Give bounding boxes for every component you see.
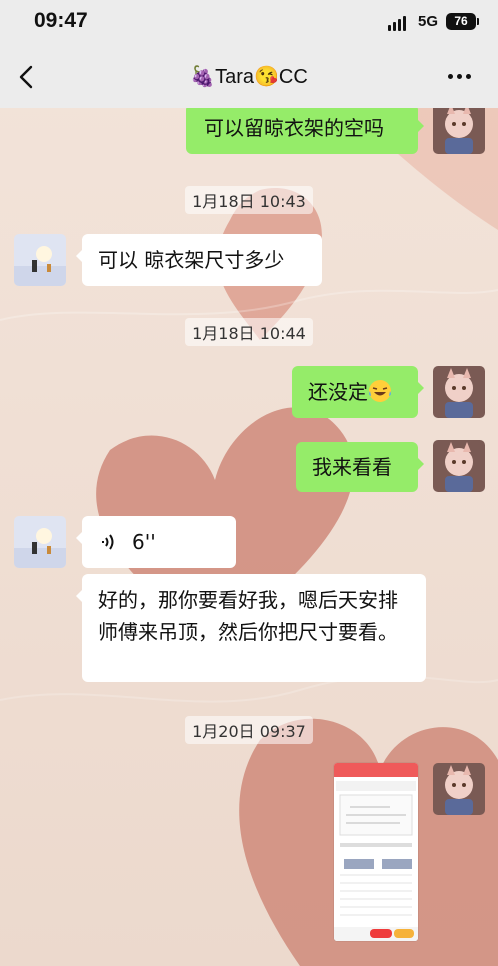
battery-level: 76 [454,14,468,28]
message-text: 可以留晾衣架的空吗 [204,116,384,140]
image-message[interactable] [334,763,418,941]
timestamp-text: 1月20日 09:37 [185,716,313,744]
status-bar: 09:47 5G 76 [0,0,498,46]
contact-avatar[interactable] [14,516,66,568]
timestamp-text: 1月18日 10:43 [185,186,313,214]
status-time: 09:47 [34,9,88,32]
outgoing-message[interactable]: 可以留晾衣架的空吗 [186,104,424,154]
voice-duration: 6'' [132,530,156,554]
my-avatar[interactable] [433,366,485,418]
chat-header: 🍇Tara😘CC [0,46,498,108]
voice-wave-icon [98,529,118,561]
my-avatar[interactable] [433,102,485,154]
more-dots-icon[interactable] [448,74,471,79]
timestamp: 1月18日 10:43 [0,186,498,214]
my-avatar[interactable] [433,763,485,815]
laughing-tears-emoji-icon [368,379,392,403]
outgoing-message[interactable]: 我来看看 [296,442,424,492]
message-text: 好的，那你要看好我，嗯后天安排师傅来吊顶，然后你把尺寸要看。 [98,588,398,644]
incoming-message[interactable]: 可以 晾衣架尺寸多少 [76,234,322,286]
voice-message[interactable]: 6'' [76,516,236,568]
timestamp-text: 1月18日 10:44 [185,318,313,346]
battery-icon: 76 [446,13,479,30]
message-text: 还没定 [308,380,368,404]
timestamp: 1月18日 10:44 [0,318,498,346]
my-avatar[interactable] [433,440,485,492]
incoming-message[interactable]: 好的，那你要看好我，嗯后天安排师傅来吊顶，然后你把尺寸要看。 [76,574,426,682]
signal-icon [388,16,406,31]
outgoing-message[interactable]: 还没定 [292,366,424,418]
network-label: 5G [418,13,439,30]
chat-title: 🍇Tara😘CC [190,66,308,88]
timestamp: 1月20日 09:37 [0,716,498,744]
contact-avatar[interactable] [14,234,66,286]
message-text: 可以 晾衣架尺寸多少 [98,248,285,272]
message-text: 我来看看 [312,455,392,479]
